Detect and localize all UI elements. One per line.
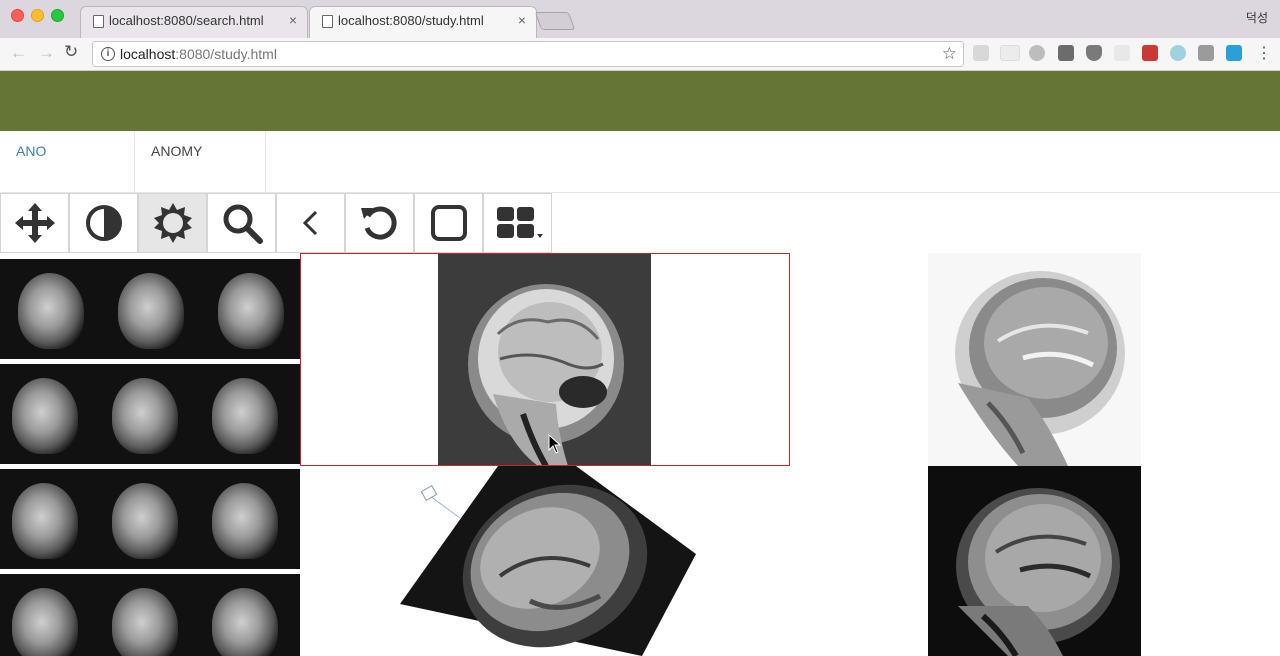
maximize-window-button[interactable] — [51, 9, 64, 22]
browser-tab-bar: localhost:8080/search.html × localhost:8… — [0, 0, 1280, 38]
back-icon[interactable]: ← — [10, 43, 27, 63]
info-icon[interactable]: i — [101, 47, 115, 61]
page-icon — [93, 15, 104, 28]
sagittal-mri-image — [438, 254, 651, 465]
brightness-tool-button[interactable] — [138, 193, 207, 253]
mri-slice — [12, 483, 78, 559]
tab-title: localhost:8080/study.html — [338, 13, 484, 28]
close-tab-icon[interactable]: × — [289, 12, 297, 28]
series-thumbnail[interactable] — [0, 574, 300, 656]
menu-dots-icon[interactable]: ⋮ — [1256, 43, 1272, 63]
move-icon — [14, 203, 55, 243]
contrast-icon — [85, 205, 122, 241]
mri-slice — [12, 378, 78, 454]
browser-toolbar: ← → ↻ i localhost:8080/study.html ☆ ⋮ — [0, 38, 1280, 71]
mri-slice — [112, 378, 178, 454]
tab-title: localhost:8080/search.html — [109, 13, 264, 28]
bookmark-star-icon[interactable]: ☆ — [942, 44, 957, 64]
subnav-item-ano[interactable]: ANO — [0, 131, 135, 193]
forward-icon[interactable]: → — [38, 43, 55, 63]
extension-cloud-icon[interactable] — [1029, 45, 1045, 61]
mri-slice — [218, 273, 284, 349]
url-host: localhost — [120, 46, 176, 62]
extension-red-icon[interactable] — [1142, 45, 1158, 61]
close-tab-icon[interactable]: × — [518, 12, 526, 28]
series-thumbnail[interactable] — [0, 259, 300, 359]
mri-slice — [112, 588, 178, 656]
mri-slice — [12, 588, 78, 656]
rotated-mri-image — [400, 466, 696, 656]
rotated-viewport[interactable] — [300, 466, 790, 656]
rotate-icon — [360, 206, 397, 240]
mouse-cursor-icon — [548, 434, 562, 454]
inverted-mri-image — [955, 271, 1125, 466]
tab-study[interactable]: localhost:8080/study.html × — [309, 6, 537, 38]
subnav-item-anomy[interactable]: ANOMY — [135, 131, 266, 193]
profile-name[interactable]: 덕성 — [1246, 9, 1268, 26]
app-header — [0, 71, 1280, 131]
roi-tool-button[interactable] — [414, 193, 483, 253]
extension-v-icon[interactable] — [1198, 45, 1214, 61]
extension-globe-icon[interactable] — [1170, 45, 1186, 61]
mri-slice — [118, 273, 184, 349]
chevron-left-icon — [302, 210, 317, 236]
extension-pocket-icon[interactable] — [1086, 45, 1102, 61]
extension-blue-icon[interactable] — [1226, 45, 1242, 61]
inverted-mri-viewport[interactable] — [928, 253, 1141, 466]
sun-icon — [153, 203, 192, 243]
previous-tool-button[interactable] — [276, 193, 345, 253]
grid-icon — [496, 207, 543, 238]
extension-pin-icon[interactable] — [1058, 45, 1074, 61]
url-text: localhost:8080/study.html — [120, 46, 277, 62]
active-viewport[interactable] — [300, 253, 790, 466]
extension-ebay-icon[interactable] — [1000, 45, 1020, 61]
sagittal-mri-image-2 — [956, 488, 1120, 656]
url-path: :8080/study.html — [175, 46, 277, 62]
minimize-window-button[interactable] — [31, 9, 44, 22]
layout-tool-button[interactable] — [483, 193, 552, 253]
reset-tool-button[interactable] — [345, 193, 414, 253]
mri-slice — [212, 483, 278, 559]
extension-drive-icon[interactable] — [973, 45, 989, 61]
pan-tool-button[interactable] — [0, 193, 69, 253]
zoom-tool-button[interactable] — [207, 193, 276, 253]
close-window-button[interactable] — [11, 9, 24, 22]
page-icon — [322, 15, 333, 28]
mri-slice — [212, 378, 278, 454]
reload-icon[interactable]: ↻ — [64, 42, 78, 62]
mri-slice — [212, 588, 278, 656]
original-mri-viewport[interactable] — [928, 466, 1141, 656]
new-tab-button[interactable] — [534, 12, 576, 30]
mri-slice — [18, 273, 84, 349]
square-icon — [430, 205, 467, 241]
series-thumbnail[interactable] — [0, 364, 300, 464]
subnav: ANO ANOMY — [0, 131, 1280, 193]
tab-search[interactable]: localhost:8080/search.html × — [80, 6, 308, 38]
contrast-tool-button[interactable] — [69, 193, 138, 253]
series-thumbnail[interactable] — [0, 469, 300, 569]
address-bar[interactable]: i localhost:8080/study.html ☆ — [92, 41, 964, 67]
extension-triangle-icon[interactable] — [1114, 45, 1130, 61]
mri-slice — [112, 483, 178, 559]
magnifier-icon — [223, 204, 263, 244]
